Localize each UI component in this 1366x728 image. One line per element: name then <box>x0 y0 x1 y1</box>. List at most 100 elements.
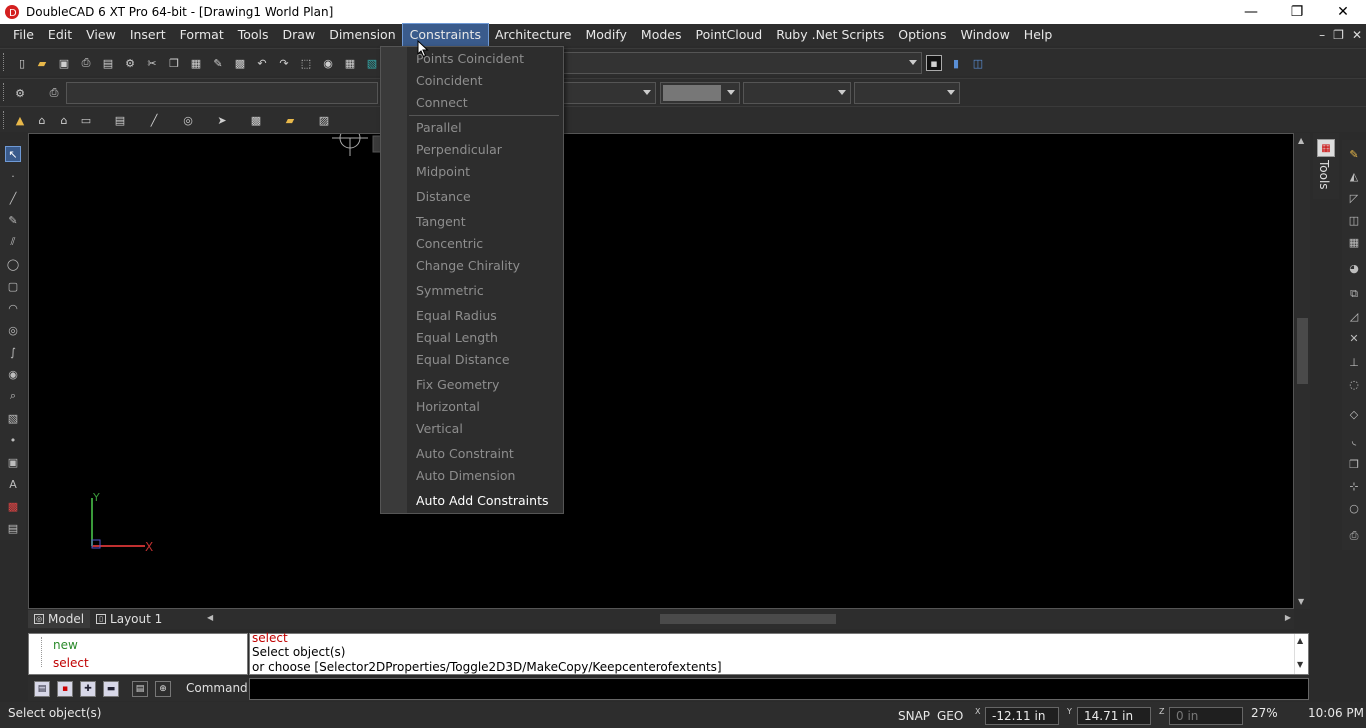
table-icon[interactable]: ▦ <box>342 55 358 71</box>
dot-icon[interactable]: • <box>5 432 21 448</box>
menu-item-auto-constraint[interactable]: Auto Constraint <box>416 446 514 461</box>
command-list-icon[interactable]: ▤ <box>132 681 148 697</box>
save-icon[interactable]: ▣ <box>56 55 72 71</box>
book-icon[interactable]: ▮ <box>948 55 964 71</box>
snap-extension-icon[interactable]: ◟ <box>1346 432 1362 448</box>
menu-dimension[interactable]: Dimension <box>322 24 402 46</box>
properties-icon[interactable]: ▩ <box>232 55 248 71</box>
snap-midpoint-icon[interactable]: ◫ <box>1346 212 1362 228</box>
menu-tools[interactable]: Tools <box>231 24 276 46</box>
roof-icon[interactable]: ⌂ <box>56 112 72 128</box>
menu-item-auto-dimension[interactable]: Auto Dimension <box>416 468 515 483</box>
history-item-select[interactable]: select <box>53 656 89 670</box>
scroll-down-icon[interactable]: ▼ <box>1298 597 1304 606</box>
snap-perpendicular-icon[interactable]: ⊥ <box>1346 354 1362 370</box>
house-icon[interactable]: ⌂ <box>34 112 50 128</box>
command-mode-icon-4[interactable]: ▬ <box>103 681 119 697</box>
double-line-icon[interactable]: ⫽ <box>5 234 21 250</box>
rectangle-icon[interactable]: ▢ <box>5 278 21 294</box>
toolbar-grip[interactable] <box>3 111 6 129</box>
wall-icon[interactable]: ▭ <box>78 112 94 128</box>
menu-insert[interactable]: Insert <box>123 24 173 46</box>
snap-layers-icon[interactable]: ❐ <box>1346 456 1362 472</box>
select-tool-icon[interactable]: ⬚ <box>298 55 314 71</box>
snap-center-icon[interactable]: ◕ <box>1346 260 1362 276</box>
drawing-canvas[interactable]: Y X <box>28 127 1294 609</box>
menu-item-auto-add-constraints[interactable]: Auto Add Constraints <box>416 493 549 508</box>
log-scrollbar[interactable]: ▲ ▼ <box>1294 634 1308 674</box>
tools-panel-icon[interactable]: ▦ <box>1317 139 1335 157</box>
camera-icon[interactable]: ◉ <box>320 55 336 71</box>
circle-icon[interactable]: ◯ <box>5 256 21 272</box>
menu-item-change-chirality[interactable]: Change Chirality <box>416 258 520 273</box>
text-icon[interactable]: A <box>5 476 21 492</box>
menu-item-distance[interactable]: Distance <box>416 189 471 204</box>
menu-item-horizontal[interactable]: Horizontal <box>416 399 480 414</box>
menu-draw[interactable]: Draw <box>276 24 323 46</box>
background-color-icon[interactable]: ▪ <box>926 55 942 71</box>
arc-icon[interactable]: ◠ <box>5 300 21 316</box>
menu-modes[interactable]: Modes <box>634 24 689 46</box>
cut-icon[interactable]: ✂ <box>144 55 160 71</box>
log-scroll-up-icon[interactable]: ▲ <box>1297 636 1303 645</box>
display-settings-icon[interactable]: ◫ <box>970 55 986 71</box>
menu-format[interactable]: Format <box>173 24 231 46</box>
command-mode-icon-1[interactable]: ▤ <box>34 681 50 697</box>
mdi-minimize-button[interactable]: – <box>1319 28 1325 42</box>
x-coordinate-field[interactable]: -12.11 in <box>985 707 1059 725</box>
menu-item-equal-length[interactable]: Equal Length <box>416 330 498 345</box>
menu-item-equal-distance[interactable]: Equal Distance <box>416 352 510 367</box>
settings-gear-icon[interactable]: ⚙ <box>12 85 28 101</box>
sphere-icon[interactable]: ◎ <box>180 112 196 128</box>
settings-gear-icon[interactable]: ⚙ <box>122 55 138 71</box>
menu-item-parallel[interactable]: Parallel <box>416 120 462 135</box>
folder-icon[interactable]: ▰ <box>282 112 298 128</box>
command-history-tree[interactable]: new select <box>28 633 248 675</box>
toolbar-grip[interactable] <box>3 83 6 101</box>
menu-ruby-net-scripts[interactable]: Ruby .Net Scripts <box>769 24 891 46</box>
color-dropdown[interactable] <box>660 82 740 104</box>
geo-toggle[interactable]: GEO <box>937 709 963 723</box>
snap-nearest-icon[interactable]: ◇ <box>1346 406 1362 422</box>
arrow-icon[interactable]: ➤ <box>214 112 230 128</box>
format-painter-icon[interactable]: ✎ <box>210 55 226 71</box>
point-icon[interactable]: · <box>5 168 21 184</box>
block-icon[interactable]: ▤ <box>112 112 128 128</box>
snap-circle-icon[interactable]: ○ <box>1346 500 1362 516</box>
menu-item-perpendicular[interactable]: Perpendicular <box>416 142 502 157</box>
print-icon[interactable]: ⎙ <box>78 55 94 71</box>
snap-intersection-icon[interactable]: ✕ <box>1346 330 1362 346</box>
menu-architecture[interactable]: Architecture <box>488 24 579 46</box>
shapes-icon[interactable]: ▣ <box>5 454 21 470</box>
snap-endpoint-icon[interactable]: ◸ <box>1346 190 1362 206</box>
highlighter-icon[interactable]: ✎ <box>1346 146 1362 162</box>
line-icon[interactable]: ╱ <box>5 190 21 206</box>
grid-icon[interactable]: ▩ <box>248 112 264 128</box>
log-scroll-down-icon[interactable]: ▼ <box>1297 660 1303 669</box>
search-icon[interactable]: ⌕ <box>5 388 21 404</box>
target-icon[interactable]: ◎ <box>5 322 21 338</box>
tab-model[interactable]: ◎ Model <box>28 610 91 628</box>
paste-icon[interactable]: ▦ <box>188 55 204 71</box>
insert-image-icon[interactable]: ▩ <box>5 498 21 514</box>
menu-modify[interactable]: Modify <box>579 24 634 46</box>
pen-icon[interactable]: ✎ <box>5 212 21 228</box>
select-arrow-icon[interactable]: ↖ <box>5 146 21 162</box>
snap-quadrant-icon[interactable]: ◿ <box>1346 308 1362 324</box>
vertical-scrollbar[interactable]: ▲ ▼ <box>1295 133 1310 609</box>
snap-toggle[interactable]: SNAP <box>898 709 930 723</box>
linestyle-dropdown[interactable] <box>854 82 960 104</box>
menu-item-midpoint[interactable]: Midpoint <box>416 164 470 179</box>
minimize-button[interactable]: — <box>1228 0 1274 24</box>
building-icon[interactable]: ▲ <box>12 112 28 128</box>
curve-icon[interactable]: ∫ <box>5 344 21 360</box>
menu-item-equal-radius[interactable]: Equal Radius <box>416 308 497 323</box>
menu-edit[interactable]: Edit <box>41 24 79 46</box>
scroll-thumb[interactable] <box>660 614 836 624</box>
line-icon[interactable]: ╱ <box>146 112 162 128</box>
scroll-left-icon[interactable]: ◀ <box>207 613 213 622</box>
image-icon[interactable]: ▨ <box>316 112 332 128</box>
command-mode-icon-2[interactable]: ▪ <box>57 681 73 697</box>
horizontal-scrollbar[interactable]: ◀ ▶ <box>204 612 1294 626</box>
layer-dropdown[interactable] <box>560 52 922 74</box>
